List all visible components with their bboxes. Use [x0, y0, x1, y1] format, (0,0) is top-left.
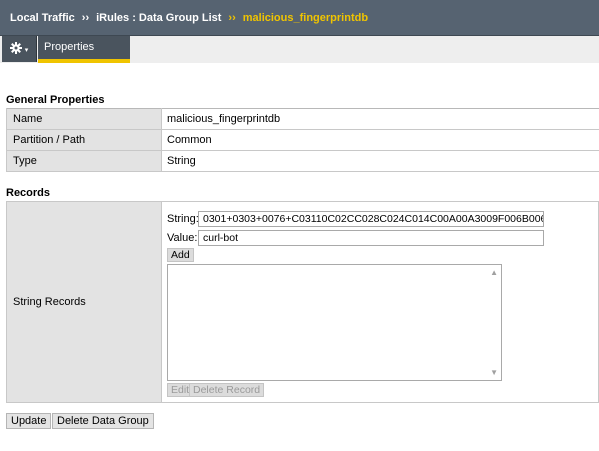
- breadcrumb-current-page: malicious_fingerprintdb: [242, 11, 369, 24]
- update-button[interactable]: Update: [6, 413, 52, 429]
- breadcrumb-local-traffic[interactable]: Local Traffic: [10, 12, 75, 24]
- general-properties-heading: General Properties: [6, 94, 105, 106]
- chevron-down-icon: ▾: [24, 47, 29, 54]
- delete-data-group-button[interactable]: Delete Data Group: [52, 413, 154, 429]
- records-heading: Records: [6, 187, 51, 199]
- name-value: malicious_fingerprintdb: [161, 108, 599, 130]
- breadcrumb-separator: ››: [81, 11, 90, 24]
- settings-menu-button[interactable]: ▾: [2, 36, 37, 62]
- type-label: Type: [6, 150, 162, 172]
- general-properties-table: Name malicious_fingerprintdb Partition /…: [6, 108, 599, 172]
- name-label: Name: [6, 108, 162, 130]
- value-field-label: Value:: [167, 232, 198, 244]
- records-panel: String Records String: 0301+0303+0076+C0…: [6, 201, 599, 403]
- string-field-label: String:: [167, 213, 199, 225]
- breadcrumb: Local Traffic ›› iRules : Data Group Lis…: [0, 0, 599, 36]
- string-field-row: String: 0301+0303+0076+C03110C02CC028C02…: [167, 211, 544, 227]
- table-row: Partition / Path Common: [6, 129, 599, 151]
- add-button[interactable]: Add: [167, 248, 194, 262]
- scroll-down-icon[interactable]: ▼: [490, 368, 498, 377]
- partition-path-value: Common: [161, 129, 599, 151]
- string-input[interactable]: 0301+0303+0076+C03110C02CC028C024C014C00…: [198, 211, 544, 227]
- string-records-list[interactable]: ▲ ▼: [167, 264, 502, 381]
- breadcrumb-separator: ››: [228, 11, 236, 24]
- table-row: Name malicious_fingerprintdb: [6, 108, 599, 130]
- tab-strip: ▾ Properties: [0, 36, 599, 63]
- string-records-label: String Records: [7, 202, 162, 402]
- delete-record-button[interactable]: Delete Record: [189, 383, 265, 397]
- tab-properties[interactable]: Properties: [38, 36, 130, 63]
- scroll-up-icon[interactable]: ▲: [490, 268, 498, 277]
- value-field-row: Value: curl-bot: [167, 230, 544, 246]
- gear-icon: [9, 41, 22, 57]
- type-value: String: [161, 150, 599, 172]
- breadcrumb-irules-data-group-list[interactable]: iRules : Data Group List: [96, 12, 221, 24]
- partition-path-label: Partition / Path: [6, 129, 162, 151]
- table-row: Type String: [6, 150, 599, 172]
- value-input[interactable]: curl-bot: [198, 230, 544, 246]
